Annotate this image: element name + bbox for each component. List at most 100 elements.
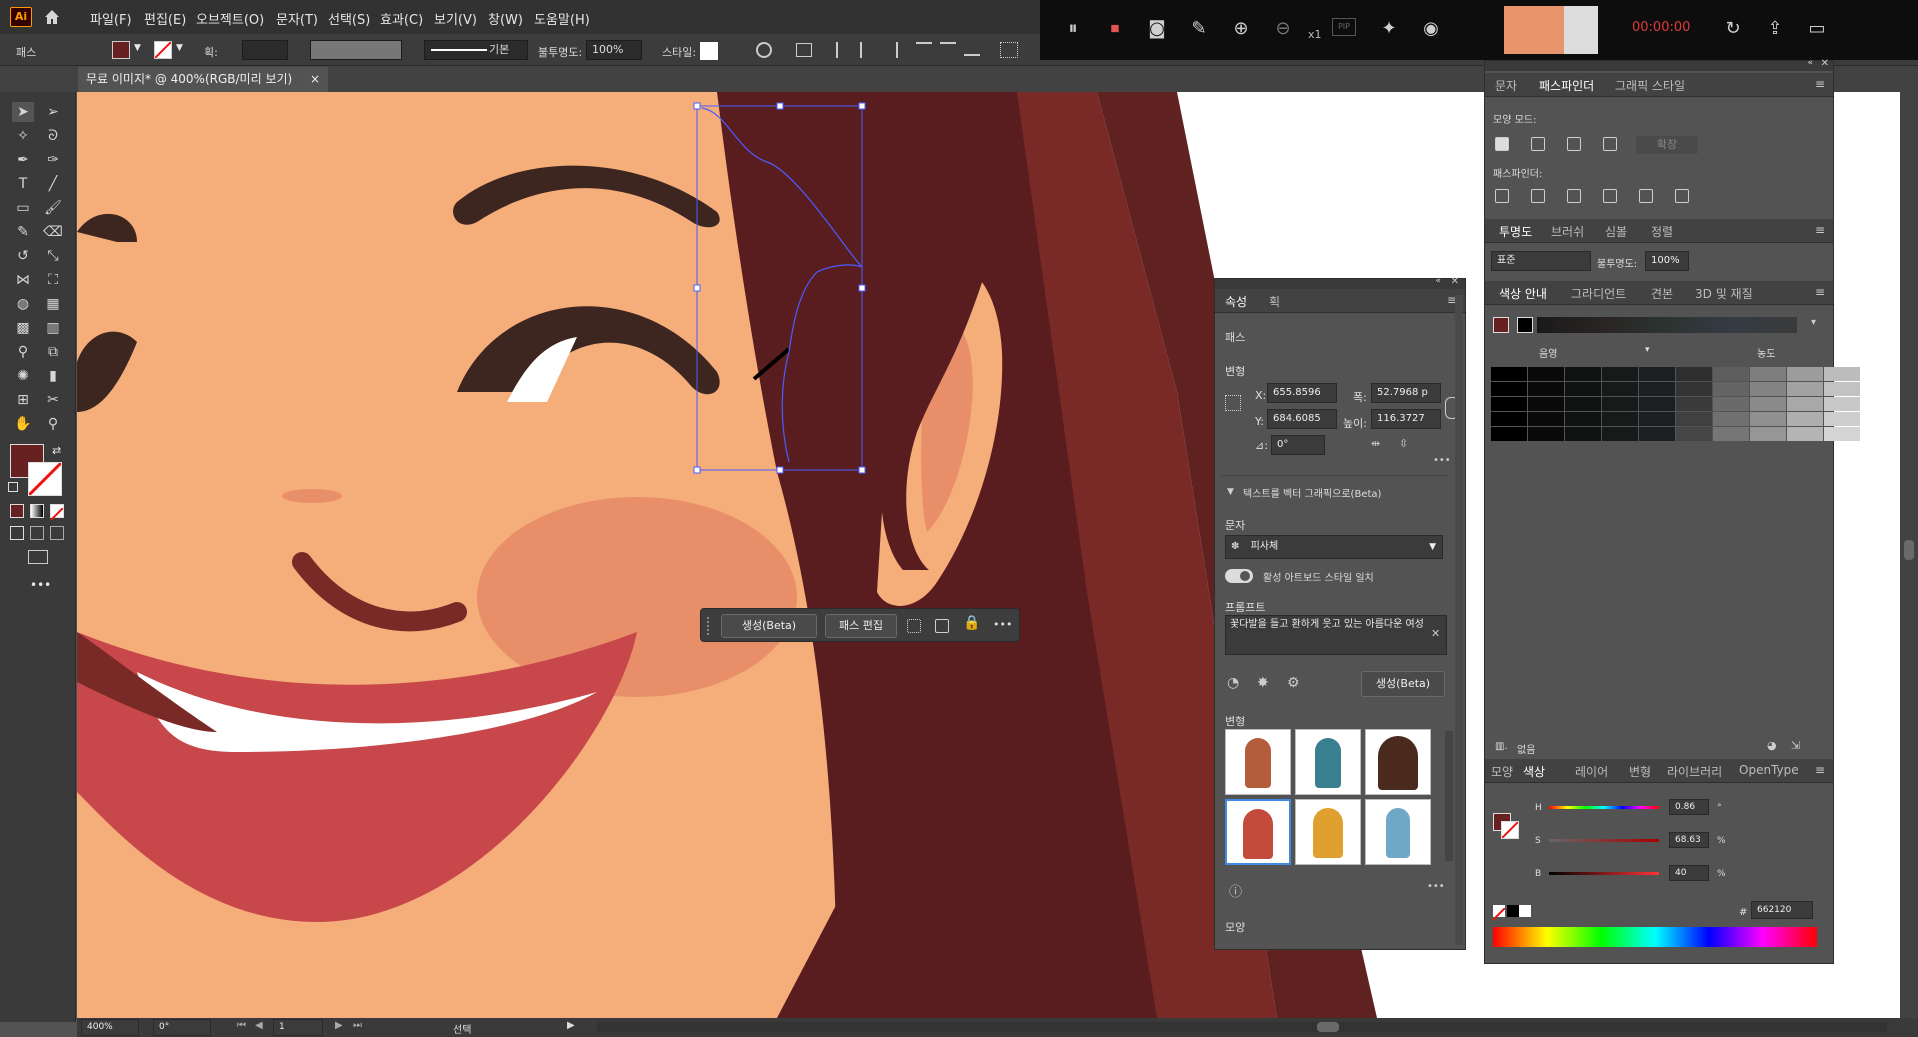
panel-menu-icon[interactable]: ≡ [1815,763,1825,777]
color-guide-swatch[interactable] [1639,397,1675,411]
pip-button[interactable]: PIP [1332,18,1356,36]
tab-pathfinder[interactable]: 패스파인더 [1539,77,1594,94]
color-guide-swatch[interactable] [1528,397,1564,411]
last-artboard-icon[interactable]: ⏭ [353,1020,362,1031]
variable-width-profile[interactable] [310,40,402,60]
first-artboard-icon[interactable]: ⏮ [237,1020,246,1031]
recolor-path-icon[interactable] [907,619,921,633]
collapse-icon[interactable]: « [1807,58,1813,68]
direct-selection-tool-icon[interactable]: ➢ [42,102,64,122]
variation-thumbnail[interactable] [1365,799,1431,865]
tab-character[interactable]: 문자 [1495,77,1517,94]
screen-mode-icon[interactable] [28,550,48,564]
x-field[interactable]: 655.8596 [1267,383,1337,403]
color-guide-swatch[interactable] [1750,427,1786,441]
tab-swatches[interactable]: 견본 [1651,285,1673,302]
symbol-sprayer-tool-icon[interactable]: ✺ [12,366,34,386]
merge-icon[interactable] [1567,189,1581,203]
color-guide-swatch[interactable] [1824,367,1860,381]
perspective-grid-tool-icon[interactable]: ▦ [42,294,64,314]
pause-icon[interactable]: ⏸ [1060,16,1086,42]
screenshot-icon[interactable]: ◙ [1144,16,1170,42]
tab-color[interactable]: 색상 [1523,763,1545,780]
panel-menu-icon[interactable]: ≡ [1815,223,1825,237]
menu-help[interactable]: 도움말(H) [534,9,590,28]
tab-symbols[interactable]: 심볼 [1605,223,1627,240]
outline-icon[interactable] [1639,189,1653,203]
color-guide-swatch[interactable] [1676,427,1712,441]
menu-file[interactable]: 파일(F) [90,9,132,28]
hex-field[interactable]: 662120 [1751,901,1813,919]
save-group-icon[interactable]: ⇲ [1791,739,1800,752]
tab-align[interactable]: 정렬 [1651,223,1673,240]
settings-gear-icon[interactable]: ⚙ [1287,675,1300,691]
brush-definition[interactable]: 기본 [424,40,528,60]
drag-handle[interactable] [707,617,710,635]
color-guide-swatch[interactable] [1602,412,1638,426]
swap-colors-icon[interactable]: ⇄ [52,444,61,457]
tab-appearance[interactable]: 모양 [1491,763,1513,780]
menu-effect[interactable]: 효과(C) [380,9,423,28]
color-guide-swatch[interactable] [1639,427,1675,441]
tab-properties[interactable]: 속성 [1225,293,1247,310]
width-tool-icon[interactable]: ⋈ [12,270,34,290]
distribute-icon[interactable] [1000,42,1018,58]
harmony-swatch[interactable] [1517,317,1533,333]
zoom-in-icon[interactable]: ⊕ [1228,16,1254,42]
color-guide-swatch[interactable] [1713,367,1749,381]
h-field[interactable]: 0.86 [1669,799,1709,815]
color-guide-grid[interactable] [1491,367,1860,441]
pen-tool-icon[interactable]: ✒ [12,150,34,170]
color-guide-footer-icon[interactable]: ▥. [1495,741,1508,752]
artboard-style-toggle[interactable] [1225,569,1253,583]
edit-path-button[interactable]: 패스 편집 [825,614,897,638]
color-guide-swatch[interactable] [1824,427,1860,441]
gradient-mode-icon[interactable] [30,504,44,518]
subject-dropdown[interactable]: ✽ 피사체 ▼ [1225,535,1443,559]
collapse-icon[interactable]: « [1435,276,1441,286]
color-guide-swatch[interactable] [1639,367,1675,381]
refresh-icon[interactable]: ↻ [1720,16,1746,42]
hand-tool-icon[interactable]: ✋ [12,414,34,434]
variation-thumbnail-selected[interactable] [1225,799,1291,865]
minimize-recorder-icon[interactable]: ▭ [1804,16,1830,42]
align-left-icon[interactable] [836,42,850,58]
chevron-down-icon[interactable]: ▼ [1227,487,1234,497]
intersect-icon[interactable] [1567,137,1581,151]
tab-libraries[interactable]: 라이브러리 [1667,763,1722,780]
blend-tool-icon[interactable]: ⧉ [42,342,64,362]
zoom-field[interactable]: 400% [81,1019,139,1036]
panel-menu-icon[interactable]: ≡ [1815,285,1825,299]
menu-select[interactable]: 선택(S) [328,9,370,28]
color-guide-swatch[interactable] [1713,427,1749,441]
color-guide-swatch[interactable] [1750,397,1786,411]
color-guide-swatch[interactable] [1565,397,1601,411]
document-tab[interactable]: 무료 이미지* @ 400%(RGB/미리 보기) × [78,66,328,92]
chevron-down-icon[interactable]: ▼ [176,43,183,53]
exclude-icon[interactable] [1603,137,1617,151]
horizontal-scrollbar[interactable] [597,1022,1887,1032]
width-field[interactable]: 52.7968 p [1371,383,1441,403]
effect-icon[interactable]: ✦ [1376,16,1402,42]
scale-tool-icon[interactable]: ⤡ [42,246,64,266]
color-guide-swatch[interactable] [1824,412,1860,426]
color-guide-swatch[interactable] [1713,412,1749,426]
menu-object[interactable]: 오브젝트(O) [196,9,264,28]
properties-scrollbar[interactable] [1455,295,1463,945]
chevron-down-icon[interactable]: ▾ [1645,345,1650,355]
none-mode-icon[interactable] [50,504,64,521]
color-guide-swatch[interactable] [1713,382,1749,396]
color-guide-swatch[interactable] [1528,412,1564,426]
duplicate-icon[interactable] [935,619,949,633]
b-field[interactable]: 40 [1669,865,1709,881]
color-guide-swatch[interactable] [1565,382,1601,396]
color-guide-swatch[interactable] [1787,382,1823,396]
angle-field[interactable]: 0° [1271,435,1325,455]
color-mode-icon[interactable] [10,504,24,518]
suggestion-icon[interactable]: ✸ [1257,675,1269,691]
rotation-field[interactable]: 0° [153,1019,211,1036]
tab-3d-materials[interactable]: 3D 및 재질 [1695,285,1753,302]
minus-back-icon[interactable] [1675,189,1689,203]
variation-thumbnail[interactable] [1225,729,1291,795]
color-guide-swatch[interactable] [1639,382,1675,396]
